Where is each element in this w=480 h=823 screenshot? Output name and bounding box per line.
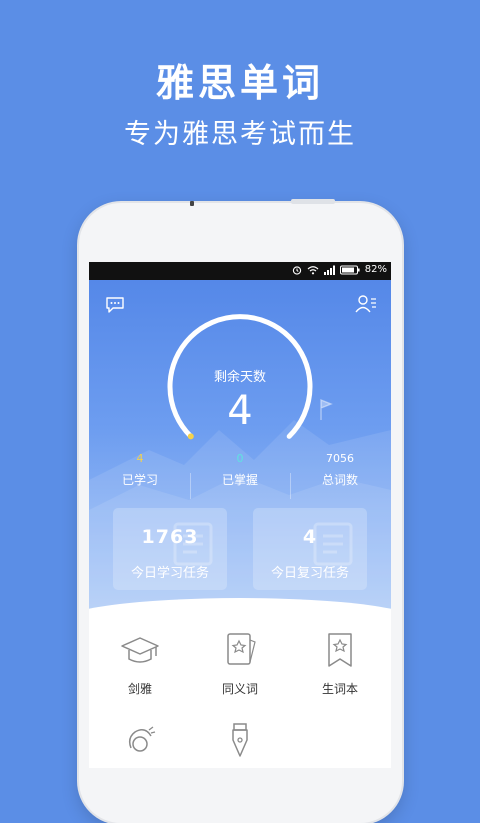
feature-label: 同义词 [221,682,258,696]
message-icon[interactable] [105,296,125,314]
battery-percent: 82% [364,264,387,275]
signal-icon [323,265,335,275]
stat-total-value: 7056 [326,452,354,465]
graduation-cap-icon [121,637,159,663]
stat-mastered[interactable]: 0 已掌握 [205,452,275,488]
feature-synonyms[interactable]: 同义词 [195,630,285,697]
star-card-icon [227,633,256,665]
gauge-value: 4 [227,388,253,434]
promo-title: 雅思单词 [155,61,324,105]
phone-side-button [291,199,335,204]
stat-total-label: 总词数 [321,473,358,487]
pen-nib-icon [232,723,248,757]
stat-mastered-label: 已掌握 [221,473,258,487]
battery-icon [339,265,360,274]
stat-divider [190,473,191,499]
stat-total[interactable]: 7056 总词数 [305,452,375,488]
promo-subtitle: 专为雅思考试而生 [124,119,356,150]
feature-vocabulary-book[interactable]: 生词本 [295,630,385,697]
feature-cambridge-ielts[interactable]: 剑雅 [95,630,185,697]
stat-divider [290,473,291,499]
today-review-task-card[interactable]: 4 今日复习任务 [253,508,367,590]
app-screen: 82% 剩余天数 4 4 已学习 0 已掌握 7056 总词数 1763 今日学… [89,262,391,768]
phone-speaker [190,201,194,206]
today-study-task-card[interactable]: 1763 今日学习任务 [113,508,227,590]
book-icon [313,522,353,566]
wifi-icon [307,265,319,274]
status-bar: 82% [89,262,391,280]
stat-learned[interactable]: 4 已学习 [105,452,175,488]
stat-learned-label: 已学习 [121,473,158,487]
bookmark-star-icon [328,633,352,667]
feature-label: 生词本 [321,682,358,696]
feature-listening[interactable] [95,720,185,768]
stat-learned-value: 4 [136,452,144,465]
hero-panel: 剩余天数 4 4 已学习 0 已掌握 7056 总词数 1763 今日学习任务 [89,280,391,610]
feature-label: 剑雅 [127,682,152,696]
alarm-icon [292,265,301,275]
ear-icon [128,726,156,752]
stat-mastered-value: 0 [236,452,244,465]
user-list-icon[interactable] [355,294,377,314]
book-icon [173,522,213,566]
feature-writing[interactable] [195,720,285,768]
gauge-label: 剩余天数 [213,370,266,385]
